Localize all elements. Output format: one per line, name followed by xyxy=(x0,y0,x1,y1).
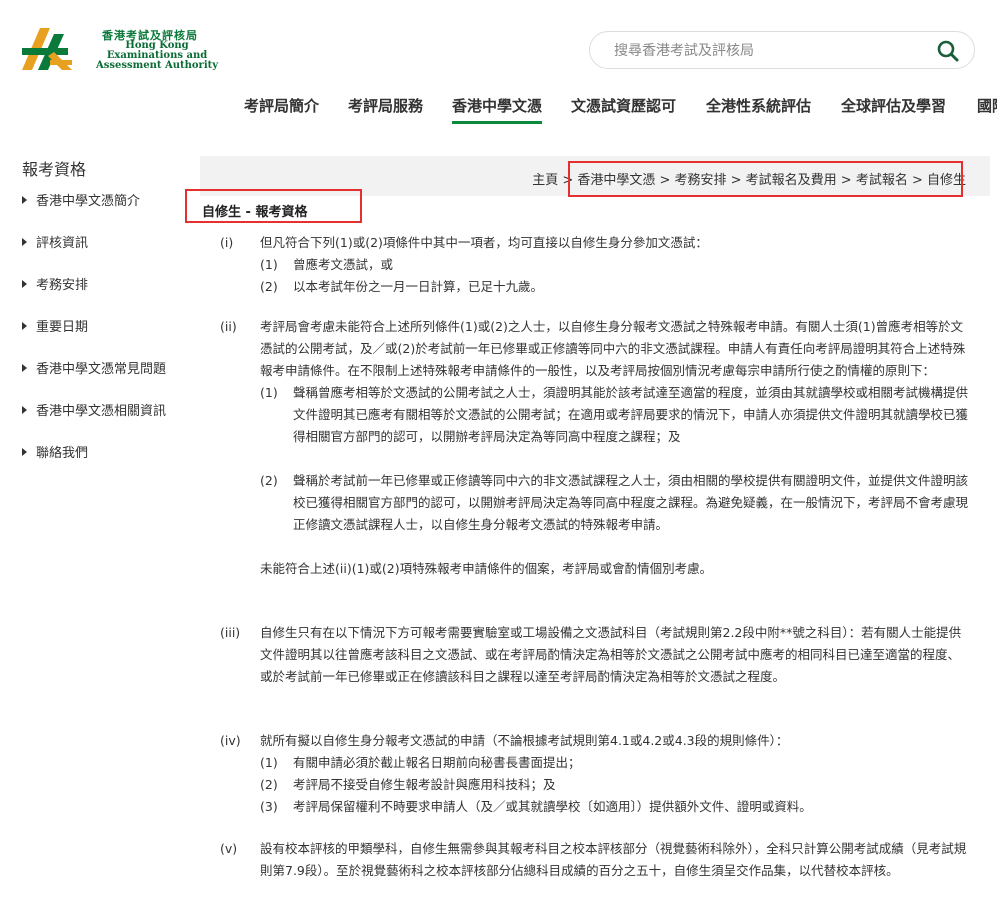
sidebar-title: 報考資格 xyxy=(22,160,87,179)
caret-right-icon xyxy=(22,196,27,204)
nav-item-about[interactable]: 考評局簡介 xyxy=(244,95,319,116)
logo-english-name: Hong Kong Examinations and Assessment Au… xyxy=(96,40,219,71)
clause-iii: (iii) 自修生只有在以下情況下方可報考需要實驗室或工場設備之文憑試科目（考試… xyxy=(220,622,970,688)
nav-item-international[interactable]: 國際 xyxy=(977,95,997,116)
clause-ii: (ii) 考評局會考慮未能符合上述所列條件(1)或(2)之人士，以自修生身分報考… xyxy=(220,316,970,580)
clause-v: (v) 設有校本評核的甲類學科，自修生無需參與其報考科目之校本評核部分（視覺藝術… xyxy=(220,838,970,882)
hkeaa-logo[interactable]: 香港考試及評核局 Hong Kong Examinations and Asse… xyxy=(20,24,218,78)
sub-item: (1) 曾應考文憑試，或 xyxy=(260,257,394,272)
caret-right-icon xyxy=(22,448,27,456)
search-input[interactable] xyxy=(612,42,916,60)
clause-text: 考評局會考慮未能符合上述所列條件(1)或(2)之人士，以自修生身分報考文憑試之特… xyxy=(260,319,966,378)
caret-right-icon xyxy=(22,364,27,372)
nav-item-tsa[interactable]: 全港性系統評估 xyxy=(706,95,811,116)
nav-item-hkdse[interactable]: 香港中學文憑 xyxy=(452,95,543,124)
sidebar-item-related-info[interactable]: 香港中學文憑相關資訊 xyxy=(22,400,166,419)
sidebar-item-assessment[interactable]: 評核資訊 xyxy=(22,232,88,251)
clause-iv: (iv) 就所有擬以自修生身分報考文憑試的申請（不論根據考試規則第4.1或4.2… xyxy=(220,730,970,818)
caret-right-icon xyxy=(22,280,27,288)
sub-item: (2) 以本考試年份之一月一日計算，已足十九歲。 xyxy=(260,279,544,294)
hkeaa-logo-mark-icon xyxy=(22,28,72,70)
sub-item: (2) 考評局不接受自修生報考設計與應用科技科；及 xyxy=(260,777,556,792)
sidebar-item-key-dates[interactable]: 重要日期 xyxy=(22,316,88,335)
caret-right-icon xyxy=(22,406,27,414)
clause-text: 設有校本評核的甲類學科，自修生無需參與其報考科目之校本評核部分（視覺藝術科除外）… xyxy=(260,841,967,878)
sidebar-item-contact[interactable]: 聯絡我們 xyxy=(22,442,88,461)
sub-item: (2) 聲稱於考試前一年已修畢或正修讀等同中六的非文憑試課程之人士，須由相關的學校… xyxy=(260,473,969,532)
caret-right-icon xyxy=(22,322,27,330)
sidebar-item-hkdse-intro[interactable]: 香港中學文憑簡介 xyxy=(22,190,140,209)
nav-item-global[interactable]: 全球評估及學習 xyxy=(841,95,946,116)
sidebar-item-faq[interactable]: 香港中學文憑常見問題 xyxy=(22,358,166,377)
clause-text: 但凡符合下列(1)或(2)項條件中其中一項者，均可直接以自修生身分參加文憑試： xyxy=(260,235,708,250)
highlight-box-breadcrumb xyxy=(568,161,963,197)
clause-i: (i) 但凡符合下列(1)或(2)項條件中其中一項者，均可直接以自修生身分參加文… xyxy=(220,232,970,298)
sub-item: (1) 聲稱曾應考相等於文憑試的公開考試之人士，須證明其能於該考試達至適當的程度，… xyxy=(260,385,969,444)
highlight-box-title xyxy=(185,189,362,223)
nav-item-services[interactable]: 考評局服務 xyxy=(348,95,423,116)
sub-item: (3) 考評局保留權利不時要求申請人（及／或其就讀學校〔如適用〕）提供額外文件、證… xyxy=(260,799,812,814)
clause-note: 未能符合上述(ii)(1)或(2)項特殊報考申請條件的個案，考評局或會酌情個別考… xyxy=(260,561,713,576)
sidebar-item-exam-admin[interactable]: 考務安排 xyxy=(22,274,88,293)
clause-text: 自修生只有在以下情況下方可報考需要實驗室或工場設備之文憑試科目（考試規則第2.2… xyxy=(260,625,962,684)
caret-right-icon xyxy=(22,238,27,246)
sub-item: (1) 有關申請必須於截止報名日期前向秘書長書面提出； xyxy=(260,755,581,770)
search-icon[interactable] xyxy=(936,39,960,63)
clause-text: 就所有擬以自修生身分報考文憑試的申請（不論根據考試規則第4.1或4.2或4.3段… xyxy=(260,733,789,748)
search-box[interactable] xyxy=(589,31,975,69)
nav-item-recognition[interactable]: 文憑試資歷認可 xyxy=(571,95,676,116)
